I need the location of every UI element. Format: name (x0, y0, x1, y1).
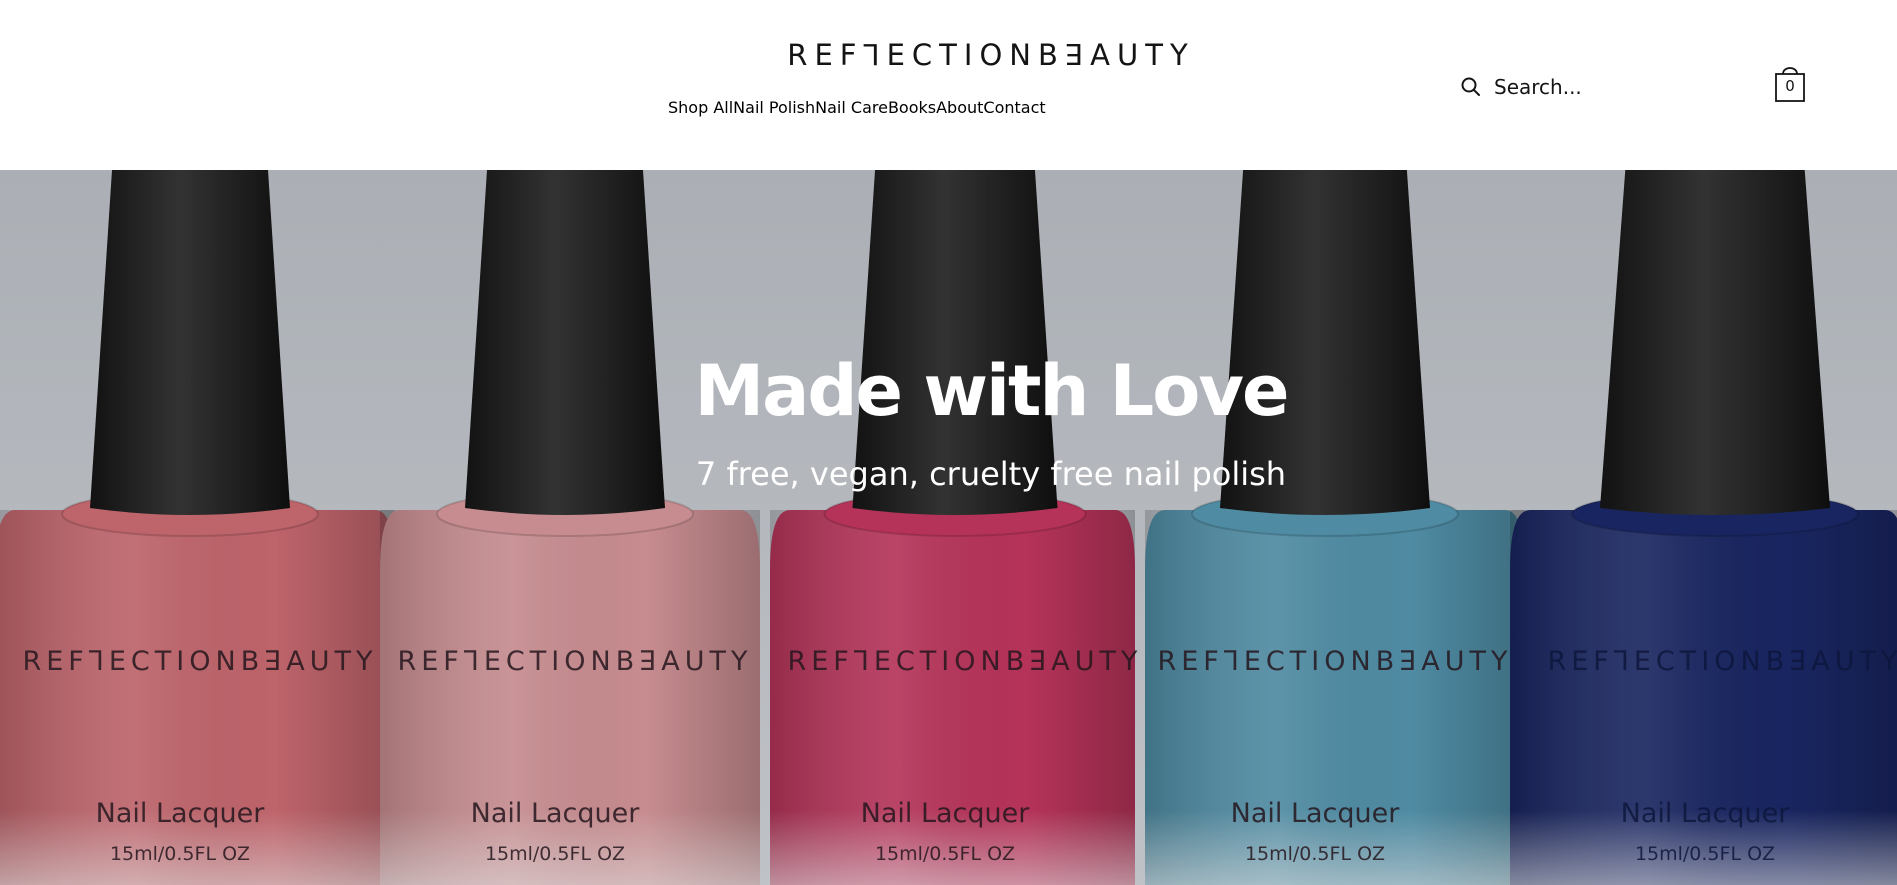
search-input[interactable] (1494, 75, 1644, 99)
hero-title: Made with Love (694, 350, 1290, 432)
main-nav: Shop All Nail Polish Nail Care Books Abo… (668, 98, 1046, 117)
site-header: REFꓶECTIONBꓱAUTY Shop All Nail Polish Na… (0, 0, 1897, 170)
search-icon[interactable] (1460, 76, 1482, 98)
nav-shop-all[interactable]: Shop All (668, 98, 733, 117)
nav-books[interactable]: Books (888, 98, 936, 117)
nail-polish-bottles-image: REFꓶECTIONBꓱAUTYNail Lacquer15ml/0.5FL O… (0, 170, 1897, 885)
hero-overlay (0, 170, 1897, 885)
nav-nail-care[interactable]: Nail Care (815, 98, 888, 117)
nav-contact[interactable]: Contact (983, 98, 1045, 117)
nav-nail-polish[interactable]: Nail Polish (733, 98, 815, 117)
cart-count: 0 (1785, 77, 1795, 95)
hero-banner: REFꓶECTIONBꓱAUTY Nail Lacquer 15ml/0.5FL O… (0, 170, 1897, 885)
search-box[interactable] (1460, 70, 1660, 104)
site-logo[interactable]: REFꓶECTIONBꓱAUTY (0, 38, 1897, 72)
cart-button[interactable]: 0 (1773, 64, 1807, 104)
hero-subtitle: 7 free, vegan, cruelty free nail polish (695, 455, 1287, 493)
nav-about[interactable]: About (936, 98, 983, 117)
